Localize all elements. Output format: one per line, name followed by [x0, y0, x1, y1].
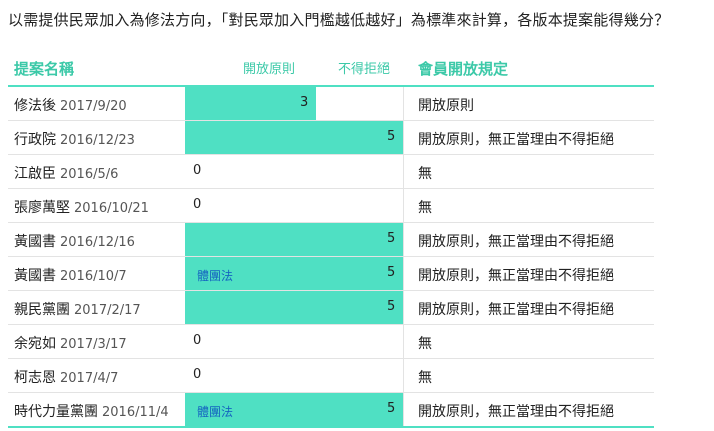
score-value-label: 5 [387, 265, 396, 280]
proposal-name-cell: 柯志恩 2017/4/7 [14, 367, 118, 387]
membership-rule-cell: 無 [418, 166, 432, 182]
law-note: 體團法 [197, 405, 234, 419]
proposal-date: 2016/12/23 [60, 133, 135, 148]
membership-rule-cell: 無 [418, 200, 432, 216]
score-cell: 5 [185, 121, 404, 154]
proposal-name-cell: 行政院 2016/12/23 [14, 129, 135, 149]
table-row: 行政院 2016/12/23 5 開放原則，無正當理由不得拒絕 [8, 121, 654, 155]
score-cell: 0 [185, 325, 404, 358]
table-row: 余宛如 2017/3/17 0 無 [8, 325, 654, 359]
table-row: 時代力量黨團 2016/11/4 體團法 5 開放原則，無正當理由不得拒絕 [8, 393, 654, 428]
score-bar [185, 87, 316, 120]
score-bar [185, 121, 403, 154]
table-row: 柯志恩 2017/4/7 0 無 [8, 359, 654, 393]
score-value-label: 5 [387, 299, 396, 314]
proposal-name-cell: 余宛如 2017/3/17 [14, 333, 127, 353]
score-value-label: 5 [387, 129, 396, 144]
table-row: 親民黨團 2017/2/17 5 開放原則，無正當理由不得拒絕 [8, 291, 654, 325]
proposal-name: 修法後 [14, 98, 56, 114]
score-cell: 5 [185, 223, 404, 256]
score-value-label: 3 [300, 95, 309, 110]
proposal-date: 2017/3/17 [60, 337, 127, 352]
proposal-name-cell: 江啟臣 2016/5/6 [14, 163, 118, 183]
membership-rule-cell: 無 [418, 336, 432, 352]
proposal-date: 2016/10/7 [60, 269, 127, 284]
membership-rule-cell: 無 [418, 370, 432, 386]
score-value-label: 5 [387, 231, 396, 246]
proposal-date: 2016/10/21 [74, 201, 149, 216]
score-value-label: 0 [193, 197, 202, 212]
proposal-name: 江啟臣 [14, 166, 56, 182]
membership-rule-cell: 開放原則，無正當理由不得拒絕 [418, 132, 614, 148]
table-row: 江啟臣 2016/5/6 0 無 [8, 155, 654, 189]
proposal-name: 黃國書 [14, 268, 56, 284]
score-cell: 0 [185, 189, 404, 222]
header-no-refusal: 不得拒絕 [338, 62, 391, 77]
proposal-name: 柯志恩 [14, 370, 56, 386]
proposal-date: 2017/9/20 [60, 99, 127, 114]
membership-rule-cell: 開放原則，無正當理由不得拒絕 [418, 234, 614, 250]
score-cell: 5 [185, 291, 404, 324]
score-bar [185, 223, 403, 256]
table-row: 修法後 2017/9/20 3 開放原則 [8, 87, 654, 121]
membership-rule-cell: 開放原則 [418, 98, 474, 114]
proposal-name: 余宛如 [14, 336, 56, 352]
proposal-score-table: 提案名稱 開放原則 不得拒絕 會員開放規定 修法後 2017/9/20 3 開放原則行… [8, 48, 654, 428]
score-cell: 0 [185, 155, 404, 188]
proposal-name: 行政院 [14, 132, 56, 148]
proposal-date: 2017/4/7 [60, 371, 119, 386]
table-body: 修法後 2017/9/20 3 開放原則行政院 2016/12/23 5 開放原則，無正當理… [8, 87, 654, 428]
proposal-name: 張廖萬堅 [14, 200, 70, 216]
proposal-date: 2017/2/17 [74, 303, 141, 318]
question-text: 以需提供民眾加入為修法方向，「對民眾加入門檻越低越好」為標準來計算，各版本提案能… [8, 11, 670, 29]
score-cell: 體團法 5 [185, 257, 404, 290]
proposal-name: 親民黨團 [14, 302, 70, 318]
proposal-name-cell: 修法後 2017/9/20 [14, 95, 127, 115]
table-header: 提案名稱 開放原則 不得拒絕 會員開放規定 [8, 48, 654, 87]
score-value-label: 0 [193, 333, 202, 348]
proposal-name-cell: 時代力量黨團 2016/11/4 [14, 401, 169, 421]
proposal-date: 2016/12/16 [60, 235, 135, 250]
score-cell: 體團法 5 [185, 393, 404, 426]
score-bar [185, 291, 403, 324]
membership-rule-cell: 開放原則，無正當理由不得拒絕 [418, 268, 614, 284]
table-row: 黃國書 2016/10/7 體團法 5 開放原則，無正當理由不得拒絕 [8, 257, 654, 291]
law-note: 體團法 [197, 269, 234, 283]
membership-rule-cell: 開放原則，無正當理由不得拒絕 [418, 302, 614, 318]
proposal-date: 2016/5/6 [60, 167, 119, 182]
score-cell: 3 [185, 87, 404, 120]
proposal-name-cell: 黃國書 2016/10/7 [14, 265, 127, 285]
proposal-name-cell: 黃國書 2016/12/16 [14, 231, 135, 251]
score-cell: 0 [185, 359, 404, 392]
proposal-name-cell: 親民黨團 2017/2/17 [14, 299, 141, 319]
header-membership-rule: 會員開放規定 [418, 60, 509, 78]
proposal-date: 2016/11/4 [102, 405, 169, 420]
header-proposal-name: 提案名稱 [14, 60, 75, 78]
score-value-label: 5 [387, 401, 396, 416]
proposal-name: 黃國書 [14, 234, 56, 250]
header-open-principle: 開放原則 [243, 62, 296, 77]
proposal-name-cell: 張廖萬堅 2016/10/21 [14, 197, 149, 217]
proposal-name: 時代力量黨團 [14, 404, 98, 420]
score-value-label: 0 [193, 163, 202, 178]
table-row: 黃國書 2016/12/16 5 開放原則，無正當理由不得拒絕 [8, 223, 654, 257]
table-row: 張廖萬堅 2016/10/21 0 無 [8, 189, 654, 223]
score-value-label: 0 [193, 367, 202, 382]
membership-rule-cell: 開放原則，無正當理由不得拒絕 [418, 404, 614, 420]
